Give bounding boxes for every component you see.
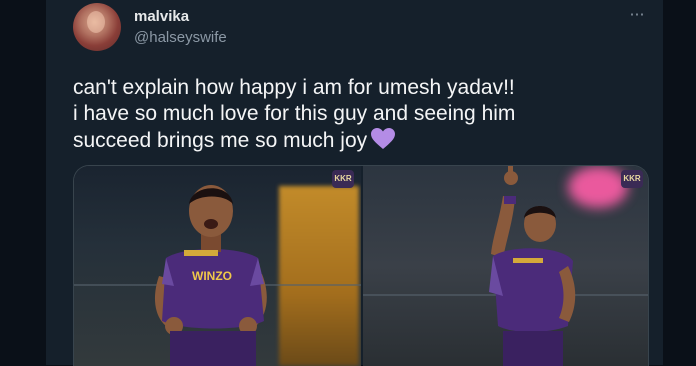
author-handle[interactable]: @halseyswife — [134, 29, 227, 46]
tweet-text-line3-text: succeed brings me so much joy — [73, 129, 368, 152]
team-logo-icon: KKR — [621, 170, 643, 188]
tweet-text-line3: succeed brings me so much joy — [73, 127, 633, 154]
jersey-sponsor-text: WINZO — [192, 269, 232, 283]
purple-heart-icon — [370, 127, 396, 150]
cricketer-pointing-illustration — [489, 166, 576, 366]
avatar[interactable] — [73, 3, 121, 51]
tweet-text-line1: can't explain how happy i am for umesh y… — [73, 76, 515, 99]
tweet-text-line2: i have so much love for this guy and see… — [73, 102, 516, 125]
tweet-media[interactable]: WINZO KKR KKR — [73, 165, 649, 366]
tweet-text: can't explain how happy i am for umesh y… — [73, 75, 633, 154]
more-options-icon[interactable]: ⋯ — [627, 5, 647, 25]
cricketer-celebrating-illustration — [154, 185, 267, 366]
photo-right[interactable]: KKR — [363, 166, 648, 366]
author-name[interactable]: malvika — [134, 8, 189, 25]
team-logo-icon: KKR — [332, 170, 354, 188]
photo-left[interactable]: WINZO KKR — [74, 166, 361, 366]
